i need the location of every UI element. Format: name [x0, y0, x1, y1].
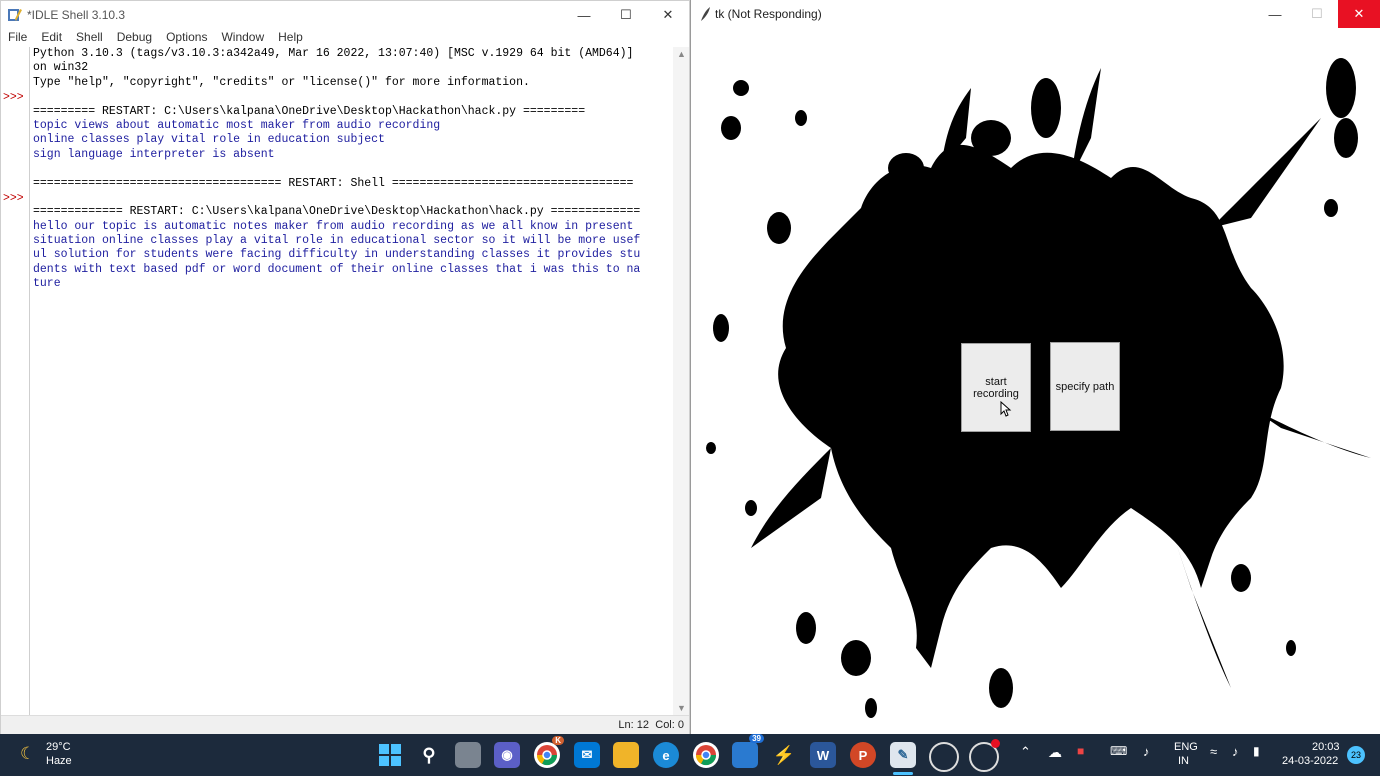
word-icon[interactable]: W — [810, 742, 836, 768]
weather-temp[interactable]: 29°C — [46, 741, 71, 753]
shell-line: ==================================== RES… — [33, 176, 634, 190]
clock-time[interactable]: 20:03 — [1312, 741, 1340, 753]
ink-splash-background: start recording specify path — [691, 28, 1380, 732]
idle-shell-window: *IDLE Shell 3.10.3 — ☐ ✕ File Edit Shell… — [0, 0, 690, 735]
menu-options[interactable]: Options — [159, 29, 214, 47]
prompt-gutter: >>> >>> — [1, 47, 30, 715]
minimize-button[interactable]: — — [1254, 0, 1296, 28]
shell-line: Python 3.10.3 (tags/v3.10.3:a342a49, Mar… — [33, 47, 634, 60]
chrome-icon-2[interactable] — [693, 742, 719, 768]
search-icon[interactable]: ⚲ — [416, 742, 442, 768]
moon-weather-icon[interactable]: ☾ — [20, 744, 35, 764]
menu-window[interactable]: Window — [214, 29, 271, 47]
obs-icon[interactable] — [929, 742, 959, 772]
tasks-app-icon[interactable]: 39 — [732, 734, 764, 768]
tk-window-title: tk (Not Responding) — [715, 7, 822, 21]
keyboard-icon[interactable]: ⌨ — [1110, 744, 1127, 758]
weather-condition[interactable]: Haze — [46, 755, 72, 767]
start-recording-button[interactable]: start recording — [961, 343, 1031, 432]
clock-date[interactable]: 24-03-2022 — [1282, 755, 1338, 767]
menu-file[interactable]: File — [1, 29, 34, 47]
volume-icon[interactable]: ♪ — [1232, 744, 1239, 759]
tasks-count-badge: 39 — [749, 734, 764, 743]
shell-line: topic views about automatic most maker f… — [33, 118, 441, 132]
windows-taskbar: ☾ 29°C Haze ⚲ ◉ K ✉ e 39 ⚡ W P ✎ ⌃ ☁ ■ ⌨… — [0, 734, 1380, 776]
close-button[interactable]: ✕ — [1338, 0, 1380, 28]
python-feather-icon — [8, 9, 22, 21]
chrome-icon[interactable]: K — [534, 736, 564, 768]
minimize-button[interactable]: — — [563, 1, 605, 29]
idle-menubar: File Edit Shell Debug Options Window Hel… — [1, 29, 689, 47]
shell-line: ============= RESTART: C:\Users\kalpana\… — [33, 205, 641, 219]
tk-feather-icon — [701, 7, 710, 21]
antivirus-icon[interactable]: ■ — [1077, 744, 1084, 758]
shell-line: Type "help", "copyright", "credits" or "… — [33, 75, 530, 89]
ink-splash-image — [706, 58, 1371, 718]
region-code[interactable]: IN — [1178, 755, 1189, 767]
active-app-indicator — [893, 772, 913, 775]
shell-line: situation online classes play a vital ro… — [33, 234, 641, 248]
column-number: Col: 0 — [655, 719, 684, 731]
maximize-button[interactable]: ☐ — [1296, 0, 1338, 28]
maximize-button[interactable]: ☐ — [605, 1, 647, 29]
shell-line: hello our topic is automatic notes maker… — [33, 219, 634, 233]
shell-line: on win32 — [33, 61, 89, 75]
idle-window-title: *IDLE Shell 3.10.3 — [27, 8, 126, 22]
idle-titlebar[interactable]: *IDLE Shell 3.10.3 — ☐ ✕ — [1, 1, 689, 29]
scroll-down-icon[interactable]: ▼ — [677, 703, 686, 713]
shell-prompt: >>> — [3, 192, 24, 205]
line-number: Ln: 12 — [618, 719, 649, 731]
notification-count-badge[interactable]: 23 — [1347, 746, 1365, 764]
menu-shell[interactable]: Shell — [69, 29, 110, 47]
tk-titlebar[interactable]: tk (Not Responding) — ☐ ✕ — [691, 0, 1380, 28]
vertical-scrollbar[interactable]: ▲ ▼ — [673, 47, 689, 715]
shell-line: ture — [33, 277, 61, 291]
specify-path-button[interactable]: specify path — [1050, 342, 1120, 431]
start-icon[interactable] — [377, 742, 403, 768]
mouse-cursor-icon — [1000, 401, 1012, 417]
powerpoint-icon[interactable]: P — [850, 742, 876, 768]
tk-window: tk (Not Responding) — ☐ ✕ start recordin… — [690, 0, 1380, 734]
menu-help[interactable]: Help — [271, 29, 310, 47]
mail-icon[interactable]: ✉ — [574, 742, 600, 768]
status-bar: Ln: 12 Col: 0 — [1, 715, 689, 735]
menu-edit[interactable]: Edit — [34, 29, 69, 47]
recording-app-icon[interactable] — [969, 739, 1000, 772]
microphone-icon[interactable]: ♪ — [1143, 744, 1150, 759]
shell-text-area[interactable]: Python 3.10.3 (tags/v3.10.3:a342a49, Mar… — [33, 47, 673, 715]
chevron-up-icon[interactable]: ⌃ — [1020, 744, 1031, 760]
recording-dot-icon — [991, 739, 1000, 748]
task-view-icon[interactable] — [455, 742, 481, 768]
scroll-up-icon[interactable]: ▲ — [677, 49, 686, 59]
shell-line: dents with text based pdf or word docume… — [33, 262, 641, 276]
shell-prompt: >>> — [3, 91, 24, 104]
shell-line: ========= RESTART: C:\Users\kalpana\OneD… — [33, 104, 586, 118]
shell-line: ul solution for students were facing dif… — [33, 248, 641, 262]
wifi-icon[interactable]: ≈ — [1210, 744, 1217, 759]
shell-line: sign language interpreter is absent — [33, 147, 275, 161]
lightning-app-icon[interactable]: ⚡ — [771, 742, 797, 768]
edge-icon[interactable]: e — [653, 742, 679, 768]
language-code[interactable]: ENG — [1174, 741, 1198, 753]
idle-taskbar-icon[interactable]: ✎ — [890, 742, 916, 768]
chrome-profile-badge: K — [552, 736, 564, 745]
shell-line: online classes play vital role in educat… — [33, 133, 385, 147]
file-explorer-icon[interactable] — [613, 742, 639, 768]
chat-icon[interactable]: ◉ — [494, 742, 520, 768]
onedrive-cloud-icon[interactable]: ☁ — [1048, 744, 1062, 761]
battery-icon[interactable]: ▮ — [1253, 744, 1260, 758]
close-button[interactable]: ✕ — [647, 1, 689, 29]
menu-debug[interactable]: Debug — [110, 29, 159, 47]
